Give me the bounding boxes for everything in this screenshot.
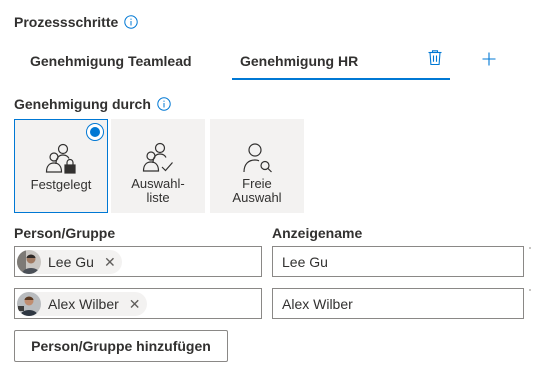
- remove-person-button[interactable]: ✕: [129, 297, 141, 311]
- display-name-field[interactable]: Lee Gu: [272, 246, 524, 277]
- add-person-group-button[interactable]: Person/Gruppe hinzufügen: [14, 330, 228, 362]
- option-festgelegt[interactable]: Festgelegt: [14, 119, 108, 213]
- process-steps-label: Prozessschritte: [14, 14, 138, 30]
- avatar: [17, 249, 41, 274]
- option-label: Auswahl- liste: [131, 176, 185, 205]
- persona-name: Alex Wilber: [48, 295, 119, 312]
- display-name-field[interactable]: Alex Wilber: [272, 288, 524, 319]
- option-label: Festgelegt: [30, 177, 92, 192]
- persona-chip: Alex Wilber ✕: [17, 291, 147, 316]
- info-icon[interactable]: [157, 97, 171, 111]
- add-step-button[interactable]: [479, 49, 499, 69]
- selected-tab-indicator: [232, 78, 450, 80]
- remove-person-button[interactable]: ✕: [104, 255, 116, 269]
- plus-icon: [482, 52, 496, 66]
- tab-genehmigung-teamlead[interactable]: Genehmigung Teamlead: [30, 53, 192, 69]
- trash-icon: [428, 49, 442, 65]
- avatar: [17, 291, 41, 316]
- selected-radio-indicator: [86, 123, 104, 141]
- delete-step-button[interactable]: [424, 46, 446, 68]
- option-freie-auswahl[interactable]: Freie Auswahl: [210, 119, 304, 213]
- persona-chip: Lee Gu ✕: [17, 249, 122, 274]
- option-label: Freie Auswahl: [232, 176, 282, 205]
- people-picker[interactable]: Lee Gu ✕: [14, 246, 262, 277]
- approval-by-label: Genehmigung durch: [14, 96, 171, 112]
- person-search-icon: [243, 143, 272, 173]
- process-steps-label-text: Prozessschritte: [14, 14, 119, 30]
- tab-genehmigung-hr[interactable]: Genehmigung HR: [240, 53, 358, 69]
- people-check-icon: [142, 142, 173, 172]
- edge-marker: [529, 247, 531, 249]
- option-auswahlliste[interactable]: Auswahl- liste: [111, 119, 205, 213]
- approval-by-label-text: Genehmigung durch: [14, 96, 151, 112]
- persona-name: Lee Gu: [48, 253, 94, 270]
- display-name-header: Anzeigename: [272, 225, 363, 241]
- people-picker[interactable]: Alex Wilber ✕: [14, 288, 262, 319]
- person-group-header: Person/Gruppe: [14, 225, 116, 241]
- info-icon[interactable]: [124, 15, 138, 29]
- people-lock-icon: [45, 143, 76, 174]
- edge-marker: [529, 289, 531, 291]
